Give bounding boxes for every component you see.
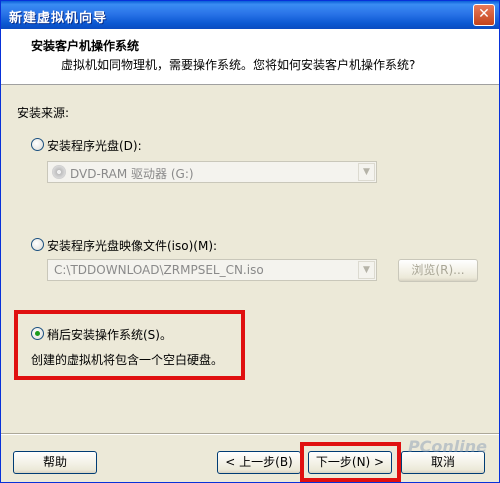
radio-installer-disc[interactable] <box>31 138 44 151</box>
iso-path-value: C:\TDDOWNLOAD\ZRMPSEL_CN.iso <box>54 263 264 277</box>
close-button[interactable]: ✕ <box>473 4 495 26</box>
highlight-box-next <box>300 442 401 482</box>
option-installer-disc-label[interactable]: 安装程序光盘(D): <box>47 137 142 154</box>
option-iso-image-label[interactable]: 安装程序光盘映像文件(iso)(M): <box>47 237 217 254</box>
title-bar[interactable]: 新建虚拟机向导 ✕ <box>1 1 499 29</box>
watermark: PConline <box>407 437 487 456</box>
browse-button[interactable]: 浏览(R)... <box>398 259 478 282</box>
chevron-down-icon[interactable]: ▼ <box>358 261 375 279</box>
wizard-header: 安装客户机操作系统 虚拟机如同物理机，需要操作系统。您将如何安装客户机操作系统? <box>1 29 499 85</box>
back-button[interactable]: < 上一步(B) <box>217 451 301 474</box>
install-source-label: 安装来源: <box>17 106 70 120</box>
disc-drive-icon <box>52 165 66 179</box>
help-button[interactable]: 帮助 <box>13 451 97 474</box>
iso-path-select[interactable]: C:\TDDOWNLOAD\ZRMPSEL_CN.iso ▼ <box>47 259 377 281</box>
new-vm-wizard-window: 新建虚拟机向导 ✕ 安装客户机操作系统 虚拟机如同物理机，需要操作系统。您将如何… <box>0 0 500 483</box>
highlight-box-install-later <box>14 310 245 380</box>
radio-iso-image[interactable] <box>31 238 44 251</box>
window-title: 新建虚拟机向导 <box>9 11 108 26</box>
disc-drive-value: DVD-RAM 驱动器 (G:) <box>70 167 194 181</box>
disc-drive-select[interactable]: DVD-RAM 驱动器 (G:) ▼ <box>47 161 377 183</box>
chevron-down-icon[interactable]: ▼ <box>358 163 375 181</box>
page-title: 安装客户机操作系统 <box>31 39 140 53</box>
footer-divider <box>1 433 499 435</box>
page-subtitle: 虚拟机如同物理机，需要操作系统。您将如何安装客户机操作系统? <box>61 58 416 72</box>
